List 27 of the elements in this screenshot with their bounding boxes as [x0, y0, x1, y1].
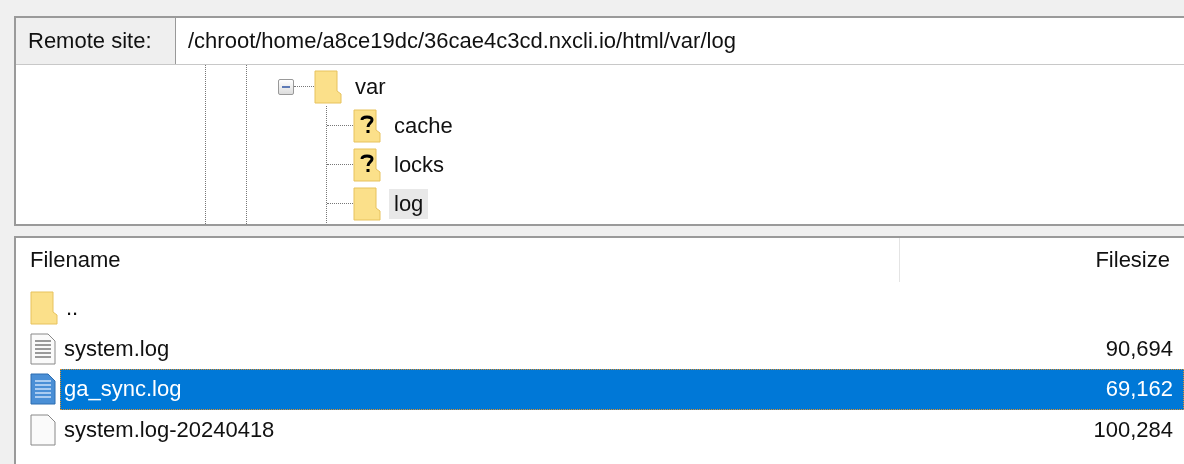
- file-name: ga_sync.log: [63, 376, 183, 403]
- column-header[interactable]: Filesize: [900, 247, 1170, 273]
- text-file-icon: [30, 332, 56, 365]
- file-row[interactable]: system.log-20240418 100,284: [60, 409, 1184, 450]
- tree-item[interactable]: log: [389, 188, 429, 219]
- file-name: system.log-20240418: [63, 416, 276, 443]
- unknown-folder-icon: [353, 147, 381, 182]
- file-row[interactable]: ..: [62, 288, 1184, 329]
- file-size: 100,284: [1092, 416, 1174, 443]
- unknown-folder-icon: [353, 108, 381, 143]
- file-row[interactable]: ga_sync.log 69,162: [60, 369, 1184, 410]
- tree-item[interactable]: var: [350, 71, 391, 102]
- file-icon: [30, 413, 56, 446]
- tree-item[interactable]: locks: [389, 149, 450, 180]
- file-name: ..: [65, 295, 80, 322]
- file-size: 90,694: [1104, 335, 1174, 362]
- file-size: 69,162: [1104, 376, 1174, 403]
- collapse-toggle[interactable]: [278, 78, 294, 95]
- folder-icon: [30, 291, 58, 326]
- remote-site-label: Remote site:: [16, 18, 176, 64]
- file-name: system.log: [63, 335, 171, 362]
- folder-icon: [314, 69, 342, 104]
- folder-icon: [353, 186, 381, 221]
- column-header[interactable]: Filename: [16, 238, 900, 282]
- tree-item[interactable]: cache: [389, 110, 458, 141]
- file-row[interactable]: system.log 90,694: [60, 328, 1184, 369]
- text-file-icon: [30, 373, 56, 406]
